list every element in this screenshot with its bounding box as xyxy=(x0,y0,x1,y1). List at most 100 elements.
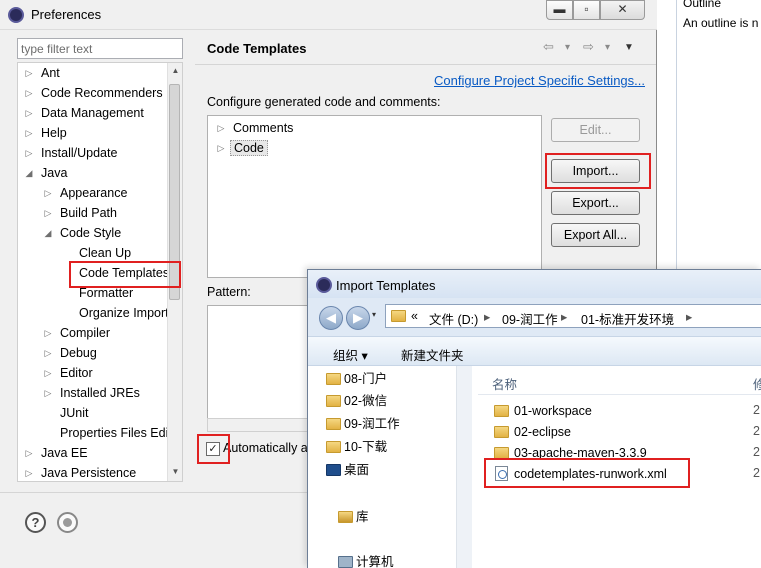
library-icon xyxy=(338,511,353,523)
file-date: 2 xyxy=(753,424,760,438)
tree-item-compiler[interactable]: ▷ Compiler xyxy=(18,323,168,343)
recent-locations-dropdown-icon[interactable]: ▾ xyxy=(372,310,376,319)
expand-arrow-icon[interactable]: ▷ xyxy=(24,103,34,123)
outline-message: An outline is n xyxy=(683,16,759,30)
breadcrumb-dev-env[interactable]: 01-标准开发环境 xyxy=(581,309,674,328)
breadcrumb-separator-icon[interactable]: ▸ xyxy=(686,309,692,324)
forward-menu-icon[interactable]: ▾ xyxy=(605,42,610,53)
nav-item-6[interactable]: 计算机 xyxy=(338,552,394,568)
nav-item-5[interactable]: 库 xyxy=(338,507,369,527)
modified-column-header[interactable]: 修 xyxy=(753,374,761,393)
navigation-scrollbar[interactable] xyxy=(456,366,472,568)
tree-item-code-style[interactable]: ◢ Code Style xyxy=(18,223,168,243)
tree-item-debug[interactable]: ▷ Debug xyxy=(18,343,168,363)
scroll-up-icon[interactable]: ▲ xyxy=(168,66,183,75)
file-row[interactable]: 01-workspace xyxy=(494,401,592,421)
configure-project-settings-link[interactable]: Configure Project Specific Settings... xyxy=(434,73,645,88)
tree-item-properties-files-editor[interactable]: Properties Files Editor xyxy=(18,423,182,443)
tree-item-label: Ant xyxy=(41,66,60,80)
forward-arrow-icon[interactable]: ⇨ xyxy=(583,39,594,55)
tree-item-label: Help xyxy=(41,126,67,140)
pattern-scrollbar[interactable] xyxy=(207,418,317,432)
expand-arrow-icon[interactable]: ▷ xyxy=(43,343,53,363)
tree-item-label: JUnit xyxy=(60,406,89,420)
nav-item-label: 09-润工作 xyxy=(344,417,400,431)
expand-arrow-icon[interactable]: ▷ xyxy=(43,323,53,343)
back-button[interactable]: ◀ xyxy=(319,306,343,330)
expand-arrow-icon[interactable]: ▷ xyxy=(24,83,34,103)
expand-arrow-icon[interactable]: ▷ xyxy=(43,183,53,203)
tree-item-label: Editor xyxy=(60,366,93,380)
edit-button[interactable]: Edit... xyxy=(551,118,640,142)
maximize-button[interactable]: ▫ xyxy=(573,0,600,20)
name-column-header[interactable]: 名称 xyxy=(492,374,517,393)
template-node-code[interactable]: ▷ Code xyxy=(216,138,268,158)
collapse-arrow-icon[interactable]: ◢ xyxy=(43,223,53,243)
tree-item-label: Java Persistence xyxy=(41,466,137,480)
collapse-arrow-icon[interactable]: ◢ xyxy=(24,163,34,183)
tree-item-java-persistence[interactable]: ▷ Java Persistence xyxy=(18,463,168,481)
tree-item-junit[interactable]: JUnit xyxy=(18,403,168,423)
tree-item-installed-jres[interactable]: ▷ Installed JREs xyxy=(18,383,168,403)
preferences-titlebar: Preferences ▬ ▫ ✕ xyxy=(0,0,657,30)
breadcrumb-drive[interactable]: 文件 (D:) xyxy=(429,309,478,328)
file-date: 2 xyxy=(753,466,760,480)
expand-arrow-icon[interactable]: ▷ xyxy=(43,363,53,383)
scroll-down-icon[interactable]: ▼ xyxy=(168,467,183,476)
preferences-title: Preferences xyxy=(31,7,102,22)
view-menu-icon[interactable]: ▼ xyxy=(624,42,634,53)
pattern-textarea[interactable] xyxy=(207,305,317,430)
tree-item-data-management[interactable]: ▷ Data Management xyxy=(18,103,168,123)
outline-title[interactable]: Outline xyxy=(683,0,721,10)
close-button[interactable]: ✕ xyxy=(600,0,645,20)
expand-arrow-icon[interactable]: ▷ xyxy=(24,443,34,463)
record-icon[interactable] xyxy=(57,512,78,533)
breadcrumb-separator-icon[interactable]: ▸ xyxy=(561,309,567,324)
expand-arrow-icon[interactable]: ▷ xyxy=(43,203,53,223)
breadcrumb-runwork[interactable]: 09-润工作 xyxy=(502,309,558,328)
help-icon[interactable]: ? xyxy=(25,512,46,533)
tree-item-help[interactable]: ▷ Help xyxy=(18,123,168,143)
nav-item-2[interactable]: 09-润工作 xyxy=(326,414,400,434)
tree-item-code-recommenders[interactable]: ▷ Code Recommenders xyxy=(18,83,168,103)
forward-button[interactable]: ▶ xyxy=(346,306,370,330)
minimize-button[interactable]: ▬ xyxy=(546,0,573,20)
address-overflow[interactable]: « xyxy=(411,309,418,323)
export-button[interactable]: Export... xyxy=(551,191,640,215)
organize-button[interactable]: 组织 ▾ xyxy=(333,345,368,364)
expand-arrow-icon[interactable]: ▷ xyxy=(24,143,34,163)
filter-input[interactable] xyxy=(17,38,183,59)
folder-icon xyxy=(326,373,341,385)
address-bar[interactable]: « 文件 (D:) ▸ 09-润工作 ▸ 01-标准开发环境 ▸ xyxy=(385,304,761,328)
breadcrumb-separator-icon[interactable]: ▸ xyxy=(484,309,490,324)
file-date: 2 xyxy=(753,403,760,417)
back-menu-icon[interactable]: ▾ xyxy=(565,42,570,53)
nav-item-0[interactable]: 08-门户 xyxy=(326,369,387,389)
tree-item-organize-imports[interactable]: Organize Imports xyxy=(18,303,175,323)
tree-item-java-ee[interactable]: ▷ Java EE xyxy=(18,443,168,463)
expand-arrow-icon[interactable]: ▷ xyxy=(24,123,34,143)
tree-item-appearance[interactable]: ▷ Appearance xyxy=(18,183,168,203)
nav-item-4[interactable]: 桌面 xyxy=(326,460,369,480)
back-arrow-icon[interactable]: ⇦ xyxy=(543,39,554,55)
expand-arrow-icon[interactable]: ▷ xyxy=(216,118,226,138)
tree-item-editor[interactable]: ▷ Editor xyxy=(18,363,168,383)
tree-item-label: Appearance xyxy=(60,186,128,200)
expand-arrow-icon[interactable]: ▷ xyxy=(24,463,34,481)
export-all-button[interactable]: Export All... xyxy=(551,223,640,247)
tree-item-java[interactable]: ◢ Java xyxy=(18,163,168,183)
template-node-comments[interactable]: ▷ Comments xyxy=(216,118,294,138)
nav-item-label: 02-微信 xyxy=(344,394,388,408)
tree-item-build-path[interactable]: ▷ Build Path xyxy=(18,203,168,223)
tree-item-label: Build Path xyxy=(60,206,117,220)
tree-item-clean-up[interactable]: Clean Up xyxy=(18,243,168,263)
expand-arrow-icon[interactable]: ▷ xyxy=(216,138,226,158)
expand-arrow-icon[interactable]: ▷ xyxy=(24,63,34,83)
file-row[interactable]: 02-eclipse xyxy=(494,422,571,442)
expand-arrow-icon[interactable]: ▷ xyxy=(43,383,53,403)
nav-item-1[interactable]: 02-微信 xyxy=(326,391,388,411)
tree-item-ant[interactable]: ▷ Ant xyxy=(18,63,168,83)
new-folder-button[interactable]: 新建文件夹 xyxy=(401,345,464,364)
nav-item-3[interactable]: 10-下载 xyxy=(326,437,387,457)
tree-item-install-update[interactable]: ▷ Install/Update xyxy=(18,143,168,163)
